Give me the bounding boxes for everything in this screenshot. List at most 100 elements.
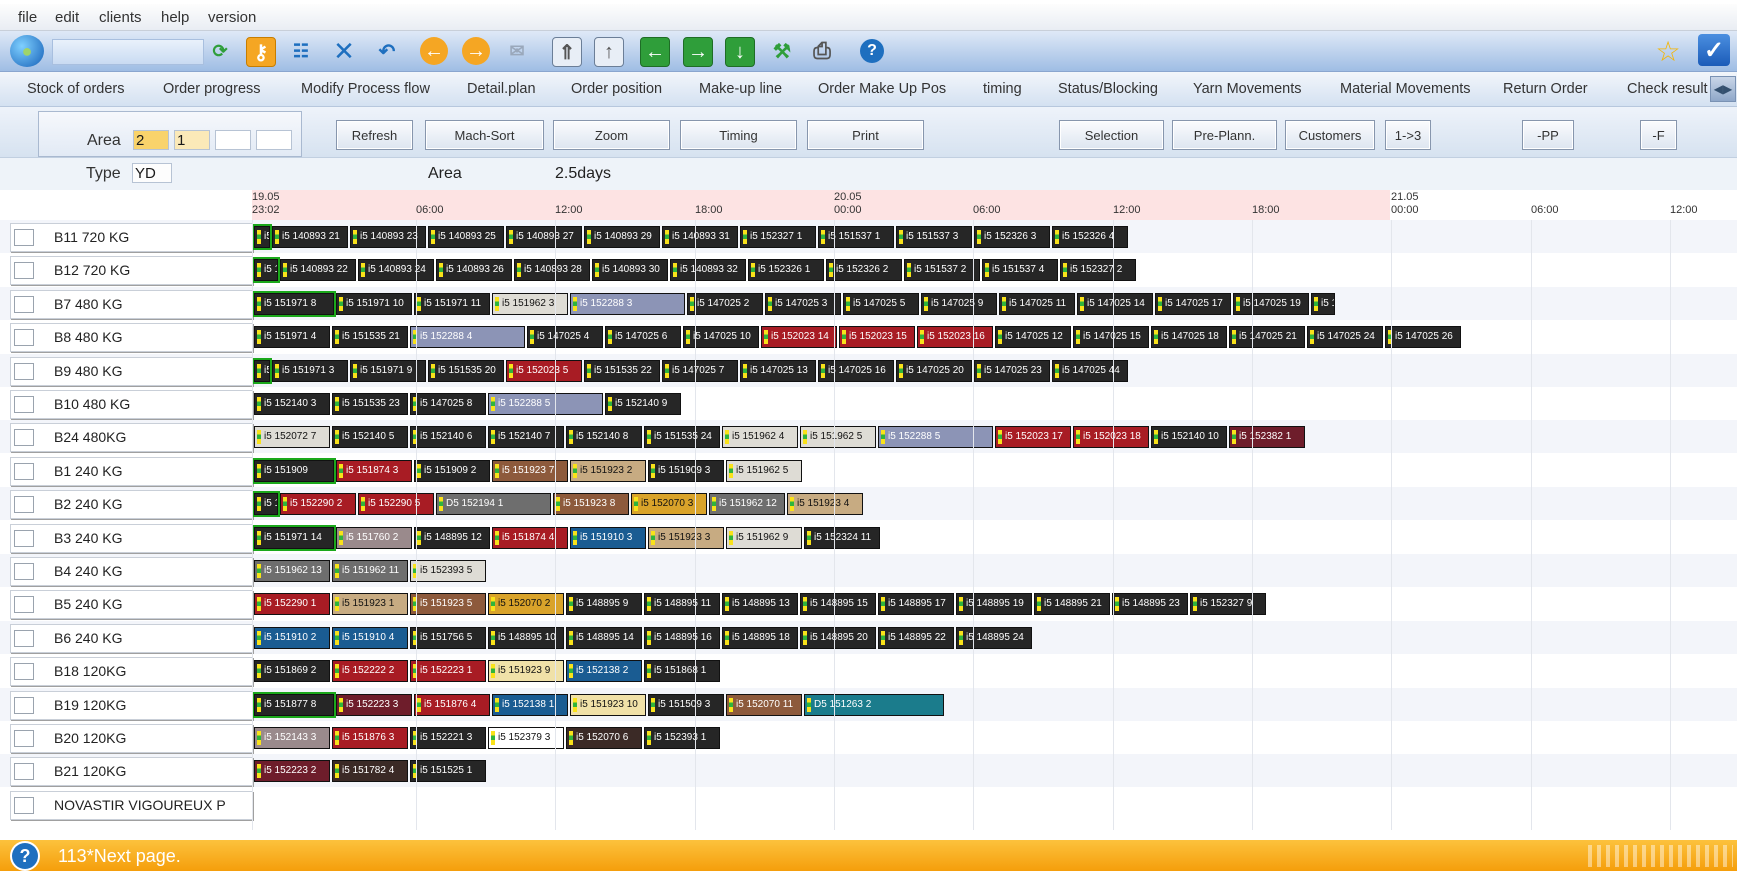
tab-material-movements[interactable]: Material Movements xyxy=(1340,81,1471,97)
order-bar[interactable]: i5 151962 11 xyxy=(332,560,408,582)
order-bar[interactable]: i5 148895 14 xyxy=(566,626,642,649)
mach-sort-button[interactable]: Mach-Sort xyxy=(425,120,544,150)
row-checkbox[interactable] xyxy=(14,462,34,480)
order-bar[interactable]: i5 151760 2 xyxy=(336,526,412,549)
order-bar[interactable]: i5 140893 27 xyxy=(506,226,582,248)
order-bar[interactable]: i5 152326 1 xyxy=(748,259,824,282)
order-bar[interactable]: i5 151535 20 xyxy=(428,359,504,382)
first-page-icon[interactable]: ⇑ xyxy=(552,37,582,67)
order-bar[interactable]: i5 147025 44 xyxy=(1052,359,1128,382)
envelope-icon[interactable]: ✉ xyxy=(503,37,531,65)
order-bar[interactable]: i5 152070 11 xyxy=(726,693,802,716)
menu-clients[interactable]: clients xyxy=(99,9,142,26)
order-bar[interactable]: i5 147025 17 xyxy=(1155,292,1231,315)
tab-return-order[interactable]: Return Order xyxy=(1503,81,1588,97)
one-to-three-button[interactable]: 1->3 xyxy=(1385,120,1431,150)
order-bar[interactable]: i5 151971 11 xyxy=(414,292,490,315)
order-bar[interactable]: i5 148895 21 xyxy=(1034,593,1110,616)
menu-file[interactable]: file xyxy=(18,9,37,26)
order-bar[interactable]: i5 151537 1 xyxy=(818,226,894,248)
order-bar[interactable]: i5 151923 3 xyxy=(648,526,724,549)
checkmark-icon[interactable]: ✓ xyxy=(1698,34,1730,66)
order-bar[interactable]: i5 147025 19 xyxy=(1233,292,1309,315)
order-bar[interactable]: i5 140893 29 xyxy=(584,226,660,248)
order-bar[interactable]: i5 148895 23 xyxy=(1112,593,1188,616)
order-bar[interactable]: i5 151971 14 xyxy=(252,524,336,551)
area-input-3[interactable] xyxy=(215,130,251,150)
order-bar[interactable]: i5 152288 3 xyxy=(570,292,685,315)
order-bar[interactable]: i5 151923 5 xyxy=(410,593,486,616)
order-bar[interactable]: i5 152070 2 xyxy=(488,593,564,616)
order-bar[interactable]: i5 152326 2 xyxy=(826,259,902,282)
circle-left-icon[interactable]: ← xyxy=(420,37,448,65)
row-checkbox[interactable] xyxy=(14,295,34,313)
order-bar[interactable]: i5 147025 3 xyxy=(765,292,841,315)
order-bar[interactable]: i5 147025 15 xyxy=(1073,326,1149,349)
order-bar[interactable]: i5 152140 9 xyxy=(605,393,681,415)
order-bar[interactable]: i5 151874 3 xyxy=(336,459,412,482)
tab-order-make-up-pos[interactable]: Order Make Up Pos xyxy=(818,81,946,97)
area-input-2[interactable]: 1 xyxy=(174,130,210,150)
row-checkbox[interactable] xyxy=(14,329,34,347)
resize-grip-icon[interactable] xyxy=(1588,845,1733,867)
row-checkbox[interactable] xyxy=(14,563,34,580)
order-bar[interactable]: i5 140893 25 xyxy=(428,226,504,248)
tab-scroll-arrows-icon[interactable]: ◀▶ xyxy=(1710,76,1736,102)
order-bar[interactable]: i5 152326 3 xyxy=(974,226,1050,248)
order-bar[interactable]: i5 152138 2 xyxy=(566,660,642,683)
order-bar[interactable]: i5 147025 24 xyxy=(1307,326,1383,349)
order-bar[interactable]: i5 151923 8 xyxy=(553,493,629,516)
order-bar[interactable]: i5 148895 9 xyxy=(566,593,642,616)
order-bar[interactable]: i5 151525 1 xyxy=(410,760,486,783)
row-checkbox[interactable] xyxy=(14,396,34,413)
order-bar[interactable]: i5 152223 1 xyxy=(410,660,486,683)
order-bar[interactable]: i5 152326 4 xyxy=(1052,226,1128,248)
order-bar[interactable]: i5 151971 4 xyxy=(254,326,330,349)
order-bar[interactable]: D5 152194 1 xyxy=(436,493,551,516)
order-bar[interactable]: i5 151535 22 xyxy=(584,359,660,382)
order-bar[interactable]: i5 152138 1 xyxy=(492,693,568,716)
order-bar[interactable]: i5 147025 16 xyxy=(818,359,894,382)
order-bar[interactable]: i5 151535 24 xyxy=(644,426,720,449)
order-bar[interactable]: i5 151509 3 xyxy=(648,693,724,716)
order-bar[interactable]: i5 151962 5 xyxy=(726,459,802,482)
tab-modify-process-flow[interactable]: Modify Process flow xyxy=(301,81,430,97)
order-bar[interactable]: i5 152288 4 xyxy=(410,326,525,349)
order-bar[interactable]: i5 151971 8 xyxy=(252,290,336,317)
order-bar[interactable]: i5 140893 24 xyxy=(358,259,434,282)
order-bar[interactable]: i5 151962 5 xyxy=(800,426,876,449)
row-checkbox[interactable] xyxy=(14,696,34,714)
order-bar[interactable]: i5 151910 4 xyxy=(332,626,408,649)
tree-icon[interactable]: ☷ xyxy=(287,37,315,65)
star-icon[interactable]: ☆ xyxy=(1654,36,1682,67)
tab-order-progress[interactable]: Order progress xyxy=(163,81,261,97)
order-bar[interactable]: i5 152223 2 xyxy=(254,760,330,783)
order-bar[interactable]: i5 148895 12 xyxy=(414,526,490,549)
order-bar[interactable]: i5 148895 11 xyxy=(644,593,720,616)
order-bar[interactable]: i5 147025 8 xyxy=(410,393,486,415)
order-bar[interactable]: i5 151923 2 xyxy=(570,459,646,482)
f-button[interactable]: -F xyxy=(1640,120,1677,150)
tab-status-blocking[interactable]: Status/Blocking xyxy=(1058,81,1158,97)
order-bar[interactable]: i5 151756 5 xyxy=(410,626,486,649)
row-checkbox[interactable] xyxy=(14,629,34,647)
pre-plann-button[interactable]: Pre-Plann. xyxy=(1172,120,1277,150)
order-bar[interactable]: i5 140893 31 xyxy=(662,226,738,248)
order-bar[interactable]: D5 151263 2 xyxy=(804,693,944,716)
down-arrow-icon[interactable]: ↓ xyxy=(725,37,755,67)
order-bar[interactable]: i5 147025 9 xyxy=(921,292,997,315)
order-bar[interactable]: i5 152143 3 xyxy=(254,727,330,749)
order-bar[interactable]: i5 151971 9 xyxy=(350,359,426,382)
area-input-4[interactable] xyxy=(256,130,292,150)
right-arrow-icon[interactable]: → xyxy=(683,37,713,67)
order-bar[interactable]: i5 152382 1 xyxy=(1229,426,1305,449)
order-bar[interactable]: i5 151910 2 xyxy=(254,626,330,649)
order-bar[interactable]: i5 151962 12 xyxy=(709,493,785,516)
row-checkbox[interactable] xyxy=(14,763,34,781)
order-bar[interactable]: i5 147025 12 xyxy=(995,326,1071,349)
order-bar[interactable]: i5 147025 13 xyxy=(740,359,816,382)
row-checkbox[interactable] xyxy=(14,730,34,747)
row-checkbox[interactable] xyxy=(14,663,34,681)
order-bar[interactable]: i5 152140 3 xyxy=(254,393,330,415)
row-checkbox[interactable] xyxy=(14,229,34,246)
